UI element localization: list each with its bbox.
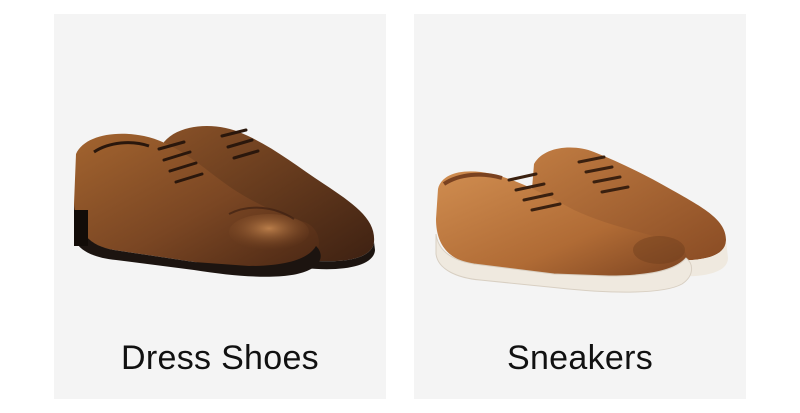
sneakers-image (435, 147, 728, 293)
category-label[interactable]: Sneakers (414, 336, 746, 380)
dress-shoes-image (74, 126, 375, 277)
category-card-sneakers[interactable]: Sneakers (414, 14, 746, 399)
category-card-dress-shoes[interactable]: Dress Shoes (54, 14, 386, 399)
category-label[interactable]: Dress Shoes (54, 336, 386, 380)
